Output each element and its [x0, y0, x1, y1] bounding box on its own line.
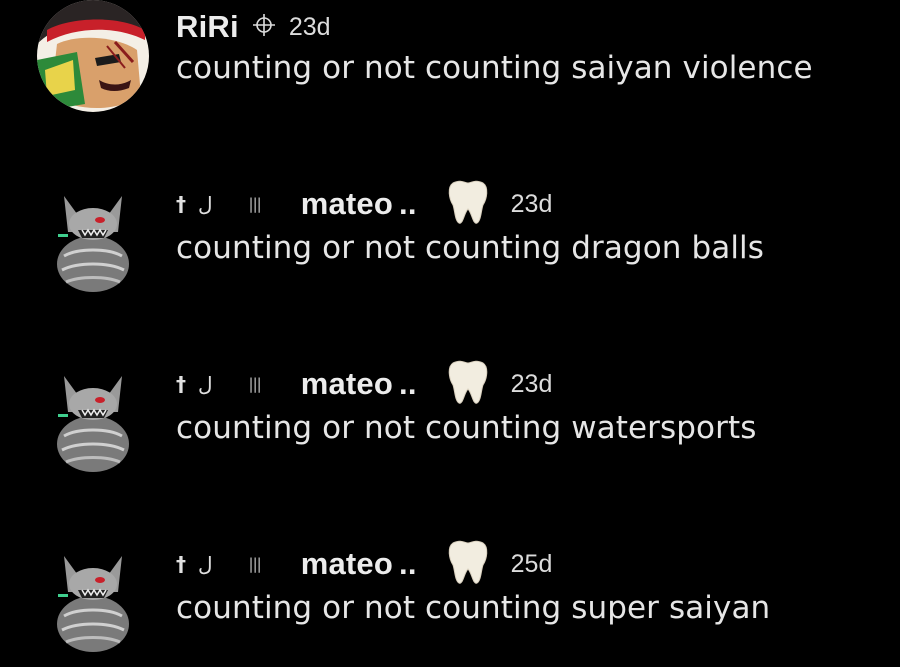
username-dots: .. [399, 186, 417, 221]
comment-header: † ل ||| mateo .. 23d [176, 360, 553, 404]
username-prefix: † ل ||| [176, 552, 301, 576]
hook-symbol: ل [198, 372, 213, 396]
creature-avatar-icon [57, 196, 129, 292]
avatar[interactable] [37, 0, 149, 112]
timestamp: 23d [510, 369, 553, 398]
timestamp: 23d [288, 12, 331, 41]
username-prefix: † ل ||| [176, 372, 301, 396]
username[interactable]: RiRi [176, 9, 239, 45]
dagger-symbol: † [176, 192, 186, 216]
tooth-icon [447, 539, 489, 589]
comment-text: counting or not counting dragon balls [176, 230, 765, 266]
avatar[interactable] [50, 186, 136, 296]
username-dots: .. [399, 546, 417, 581]
dagger-symbol: † [176, 552, 186, 576]
bars-symbol: ||| [248, 555, 262, 573]
username[interactable]: mateo [301, 546, 393, 582]
comment-header: RiRi 23d [176, 9, 331, 45]
hook-symbol: ل [198, 552, 213, 576]
bars-symbol: ||| [248, 195, 262, 213]
avatar[interactable] [50, 546, 136, 656]
timestamp: 23d [510, 189, 553, 218]
tooth-icon [447, 359, 489, 409]
timestamp: 25d [510, 549, 553, 578]
comment-header: † ل ||| mateo .. 25d [176, 540, 553, 584]
avatar[interactable] [50, 366, 136, 476]
username-prefix: † ل ||| [176, 192, 301, 216]
username[interactable]: mateo [301, 186, 393, 222]
bars-symbol: ||| [248, 375, 262, 393]
comment-text: counting or not counting saiyan violence [176, 50, 813, 86]
username-dots: .. [399, 366, 417, 401]
crosshair-icon [252, 14, 275, 40]
comment-header: † ل ||| mateo .. 23d [176, 180, 553, 224]
dagger-symbol: † [176, 372, 186, 396]
hook-symbol: ل [198, 192, 213, 216]
tooth-icon [447, 179, 489, 229]
warrior-avatar-icon [37, 0, 149, 112]
comment-text: counting or not counting watersports [176, 410, 757, 446]
creature-avatar-icon [57, 376, 129, 472]
creature-avatar-icon [57, 556, 129, 652]
comment-text: counting or not counting super saiyan [176, 590, 771, 626]
username[interactable]: mateo [301, 366, 393, 402]
